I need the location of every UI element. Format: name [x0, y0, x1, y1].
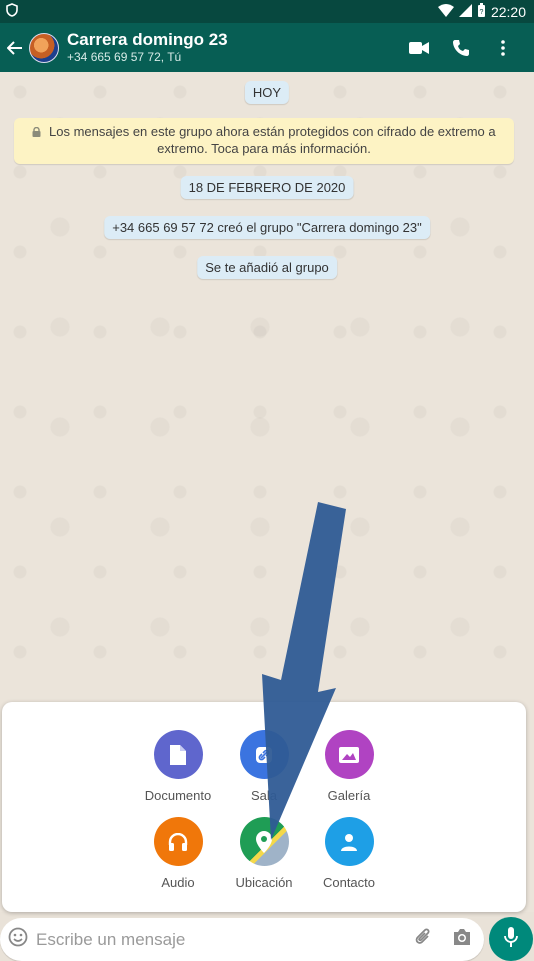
video-call-icon[interactable] — [398, 28, 440, 68]
attach-contacto-label: Contacto — [322, 875, 376, 890]
attach-icon[interactable] — [414, 927, 434, 952]
attach-contacto[interactable]: Contacto — [294, 817, 404, 890]
link-icon — [239, 730, 289, 779]
status-time: 22:20 — [490, 3, 526, 20]
wifi-icon — [437, 3, 454, 20]
message-composer: Escribe un mensaje — [0, 918, 484, 961]
headphones-icon — [153, 817, 203, 866]
message-input[interactable]: Escribe un mensaje — [36, 930, 414, 950]
gallery-icon — [324, 730, 374, 779]
document-icon — [153, 730, 203, 779]
mic-icon — [504, 926, 518, 952]
chat-title-area[interactable]: Carrera domingo 23 +34 665 69 57 72, Tú — [67, 29, 398, 65]
emoji-icon[interactable] — [8, 927, 28, 952]
attach-galeria[interactable]: Galería — [294, 730, 404, 803]
more-options-icon[interactable] — [482, 28, 524, 68]
status-bar: ? 22:20 — [0, 0, 534, 23]
lock-icon — [32, 124, 49, 139]
chat-title: Carrera domingo 23 — [67, 29, 228, 49]
encryption-notice-text: Los mensajes en este grupo ahora están p… — [49, 124, 496, 156]
group-avatar[interactable] — [29, 32, 59, 63]
date-chip-old: 18 DE FEBRERO DE 2020 — [180, 176, 354, 199]
location-icon — [239, 817, 289, 866]
chat-subtitle: +34 665 69 57 72, Tú — [67, 50, 182, 65]
added-to-group-notice: Se te añadió al grupo — [197, 256, 337, 279]
attachment-sheet: Documento Sala Galería Audio Ubicación C… — [2, 702, 526, 912]
signal-icon — [458, 3, 472, 20]
shield-icon — [6, 3, 18, 20]
group-created-notice: +34 665 69 57 72 creó el grupo "Carrera … — [104, 216, 430, 239]
contact-icon — [324, 817, 374, 866]
encryption-notice[interactable]: Los mensajes en este grupo ahora están p… — [14, 118, 514, 164]
attach-galeria-label: Galería — [327, 788, 371, 803]
battery-icon: ? — [477, 3, 486, 20]
chat-header: Carrera domingo 23 +34 665 69 57 72, Tú — [0, 23, 534, 72]
phone-icon[interactable] — [440, 28, 482, 68]
camera-icon[interactable] — [452, 928, 472, 951]
date-chip-today: HOY — [244, 81, 290, 104]
back-arrow-icon[interactable] — [1, 23, 29, 72]
svg-text:?: ? — [480, 9, 484, 16]
mic-button[interactable] — [489, 917, 533, 961]
